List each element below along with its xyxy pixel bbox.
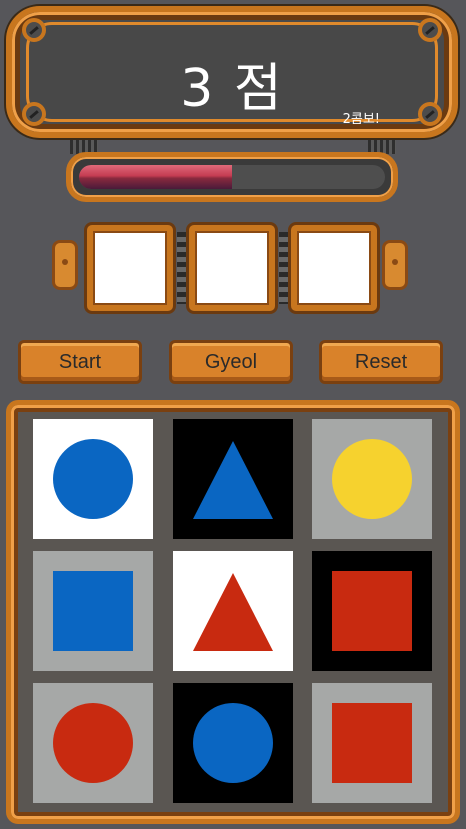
card-tile[interactable]	[312, 683, 432, 803]
card-tile[interactable]	[172, 683, 293, 803]
progress-track	[79, 165, 385, 189]
bolt-icon	[22, 18, 46, 42]
red-square-icon	[332, 571, 412, 651]
answer-slot-content	[93, 231, 167, 305]
card-tile[interactable]	[33, 683, 153, 803]
start-button[interactable]: Start	[18, 340, 142, 384]
card-tile[interactable]	[312, 551, 432, 671]
score-label: 3 점	[180, 59, 284, 119]
answer-slot-content	[195, 231, 269, 305]
bolt-icon	[418, 18, 442, 42]
card-tile[interactable]	[172, 419, 293, 539]
yellow-circle-icon	[332, 439, 412, 519]
card-tile[interactable]	[312, 419, 432, 539]
score-panel: 3 점 2콤보!	[6, 6, 458, 138]
blue-circle-icon	[192, 703, 273, 783]
blue-circle-icon	[53, 439, 133, 519]
answer-slot	[186, 222, 278, 314]
card-tile[interactable]	[172, 551, 293, 671]
answer-slot-content	[297, 231, 371, 305]
red-square-icon	[332, 703, 412, 783]
answer-slot	[84, 222, 176, 314]
progress-fill	[79, 165, 232, 189]
slot-cap-left	[52, 240, 78, 290]
progress-bar	[66, 152, 398, 202]
combo-label: 2콤보!	[342, 112, 380, 127]
card-tile[interactable]	[33, 551, 153, 671]
answer-slot	[288, 222, 380, 314]
reset-button[interactable]: Reset	[319, 340, 443, 384]
blue-square-icon	[53, 571, 133, 651]
game-board	[6, 400, 460, 824]
red-circle-icon	[53, 703, 133, 783]
card-tile[interactable]	[33, 419, 153, 539]
slot-cap-right	[382, 240, 408, 290]
gyeol-button[interactable]: Gyeol	[169, 340, 293, 384]
